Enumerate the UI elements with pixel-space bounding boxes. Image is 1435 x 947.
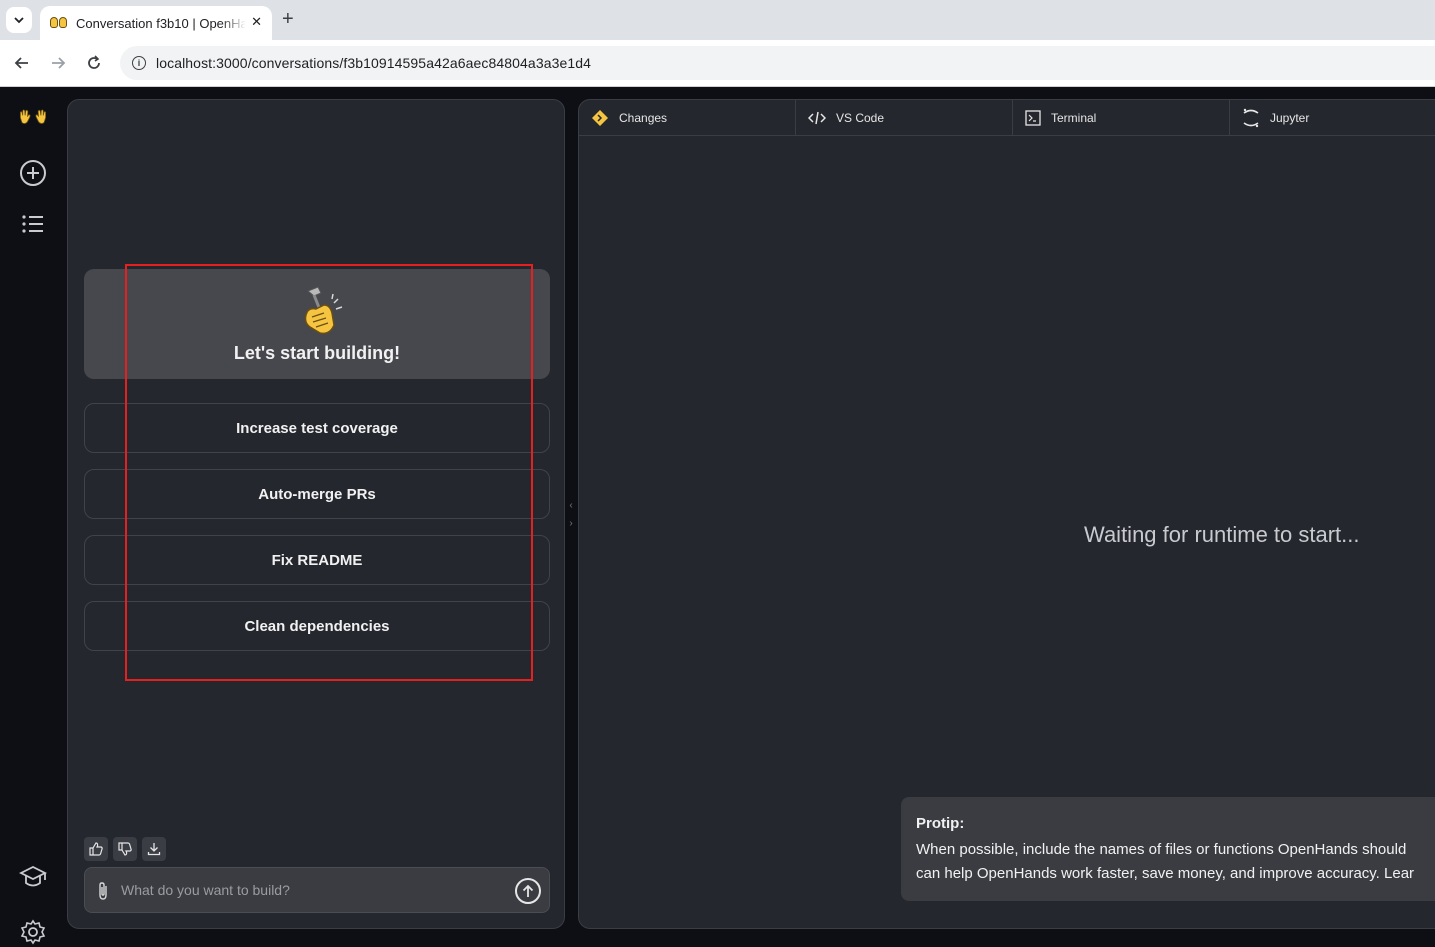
chat-input[interactable] <box>121 880 501 900</box>
attach-file-button[interactable] <box>97 881 109 906</box>
protip-toast: Protip: When possible, include the names… <box>901 797 1435 901</box>
panel-resize-handle[interactable]: ‹ › <box>566 497 576 537</box>
thumbs-down-button[interactable] <box>113 837 137 861</box>
paperclip-icon <box>99 882 107 900</box>
site-info-icon[interactable]: i <box>132 56 146 70</box>
browser-tab-title: Conversation f3b10 | OpenHands <box>76 15 246 31</box>
thumbs-up-button[interactable] <box>84 837 108 861</box>
settings-button[interactable] <box>18 917 48 947</box>
chat-composer <box>84 867 550 913</box>
protip-title: Protip: <box>916 815 965 832</box>
feedback-actions <box>84 837 166 861</box>
arrow-left-icon <box>14 57 28 69</box>
tab-vs-code[interactable]: VS Code <box>796 100 1013 136</box>
terminal-icon <box>1025 110 1041 126</box>
new-conversation-button[interactable] <box>18 158 48 188</box>
runtime-status-text: Waiting for runtime to start... <box>1084 522 1360 547</box>
thumbs-up-icon <box>89 842 103 856</box>
openhands-logo-icon[interactable] <box>18 102 48 132</box>
building-hammer-hand-icon <box>294 285 344 339</box>
conversations-list-button[interactable] <box>18 209 48 239</box>
welcome-card: Let's start building! <box>84 269 550 379</box>
address-bar[interactable]: i localhost:3000/conversations/f3b109145… <box>120 46 1435 80</box>
jupyter-icon <box>1242 108 1260 128</box>
protip-line-1: When possible, include the names of file… <box>916 841 1407 858</box>
tab-jupyter-label: Jupyter <box>1270 111 1310 125</box>
browser-tab[interactable]: Conversation f3b10 | OpenHands ✕ <box>40 6 272 40</box>
tab-changes[interactable]: Changes <box>579 100 796 136</box>
tab-jupyter[interactable]: Jupyter <box>1230 100 1435 136</box>
welcome-title: Let's start building! <box>233 343 401 363</box>
suggestion-clean-dependencies[interactable]: Clean dependencies <box>84 601 550 651</box>
openhands-favicon-icon <box>50 17 68 29</box>
tab-changes-label: Changes <box>619 111 668 125</box>
tab-terminal-label: Terminal <box>1051 111 1097 125</box>
close-tab-icon[interactable]: ✕ <box>251 14 262 30</box>
chat-panel: Let's start building! Increase test cove… <box>67 99 565 929</box>
code-icon <box>808 111 826 125</box>
arrow-right-icon <box>52 57 66 69</box>
download-icon <box>147 843 161 856</box>
left-sidebar <box>0 87 66 945</box>
list-icon <box>22 215 43 233</box>
plus-circle-icon <box>20 160 46 186</box>
gear-icon <box>20 919 46 945</box>
suggestion-auto-merge-prs[interactable]: Auto-merge PRs <box>84 469 550 519</box>
docs-button[interactable] <box>18 862 48 892</box>
git-diff-icon <box>591 109 609 127</box>
download-button[interactable] <box>142 837 166 861</box>
workspace-panel: Changes VS Code Terminal Jupyter Waiting… <box>578 99 1435 929</box>
openhands-app: Let's start building! Increase test cove… <box>0 87 1435 945</box>
arrow-up-icon <box>522 884 534 897</box>
back-button[interactable] <box>11 52 33 74</box>
tab-terminal[interactable]: Terminal <box>1013 100 1230 136</box>
reload-icon <box>88 55 100 69</box>
browser-tabstrip: Conversation f3b10 | OpenHands ✕ + <box>0 0 1435 40</box>
tab-vs-code-label: VS Code <box>836 111 885 125</box>
chevron-down-icon <box>14 17 24 24</box>
graduation-cap-icon <box>19 865 47 887</box>
new-tab-button[interactable]: + <box>282 9 294 29</box>
forward-button[interactable] <box>47 52 69 74</box>
send-button[interactable] <box>515 878 541 904</box>
thumbs-down-icon <box>118 842 132 856</box>
reload-button[interactable] <box>83 52 105 74</box>
suggestion-increase-test-coverage[interactable]: Increase test coverage <box>84 403 550 453</box>
tab-search-button[interactable] <box>6 7 32 33</box>
browser-toolbar: i localhost:3000/conversations/f3b109145… <box>0 40 1435 87</box>
url-text: localhost:3000/conversations/f3b10914595… <box>156 55 592 71</box>
suggestion-fix-readme[interactable]: Fix README <box>84 535 550 585</box>
workspace-tabs: Changes VS Code Terminal Jupyter <box>579 100 1435 136</box>
protip-line-2: can help OpenHands work faster, save mon… <box>916 865 1415 882</box>
